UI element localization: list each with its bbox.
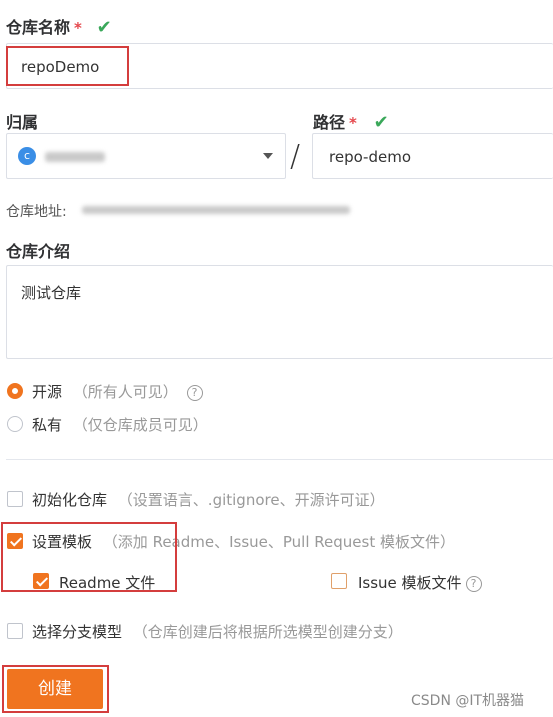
description-value: 测试仓库 bbox=[21, 284, 82, 302]
valid-check-icon: ✔ bbox=[96, 17, 112, 38]
init-repo-option[interactable]: 初始化仓库 （设置语言、.gitignore、开源许可证） bbox=[32, 489, 385, 510]
annotation-box-create bbox=[2, 665, 109, 713]
repo-name-label-row: 仓库名称 * ✔ bbox=[6, 14, 112, 38]
init-repo-hint: （设置语言、.gitignore、开源许可证） bbox=[117, 491, 385, 509]
owner-name-redacted bbox=[45, 152, 105, 162]
issue-template-label: Issue 模板文件 bbox=[358, 574, 462, 592]
owner-select[interactable]: c bbox=[6, 133, 286, 179]
private-hint: （仅仓库成员可见） bbox=[72, 416, 208, 434]
description-label: 仓库介绍 bbox=[6, 242, 71, 261]
path-value: repo-demo bbox=[329, 148, 411, 166]
required-mark: * bbox=[74, 19, 82, 37]
annotation-box-repo-name bbox=[6, 46, 129, 86]
private-radio[interactable] bbox=[7, 416, 23, 432]
help-icon[interactable]: ? bbox=[186, 385, 203, 401]
private-option[interactable]: 私有 （仅仓库成员可见） bbox=[32, 414, 208, 435]
repo-name-label: 仓库名称 bbox=[6, 18, 71, 37]
repo-address-label: 仓库地址: bbox=[6, 204, 67, 220]
private-label: 私有 bbox=[32, 416, 63, 434]
valid-check-icon: ✔ bbox=[373, 112, 389, 133]
branch-model-hint: （仓库创建后将根据所选模型创建分支） bbox=[132, 623, 403, 641]
branch-model-label: 选择分支模型 bbox=[32, 623, 123, 641]
public-radio[interactable] bbox=[7, 383, 23, 399]
public-option[interactable]: 开源 （所有人可见） ? bbox=[32, 381, 203, 402]
repo-address-row: 仓库地址: bbox=[6, 201, 67, 221]
path-label-row: 路径 * ✔ bbox=[313, 109, 389, 133]
path-label: 路径 bbox=[313, 113, 346, 132]
issue-template-checkbox[interactable] bbox=[331, 573, 347, 589]
init-repo-checkbox[interactable] bbox=[7, 491, 23, 507]
public-hint: （所有人可见） bbox=[72, 383, 178, 401]
avatar: c bbox=[18, 147, 36, 165]
description-textarea[interactable]: 测试仓库 bbox=[6, 265, 553, 359]
branch-model-checkbox[interactable] bbox=[7, 623, 23, 639]
owner-label: 归属 bbox=[6, 113, 39, 132]
init-repo-label: 初始化仓库 bbox=[32, 491, 108, 509]
divider bbox=[6, 459, 553, 460]
help-icon[interactable]: ? bbox=[465, 576, 482, 592]
required-mark: * bbox=[349, 114, 357, 132]
public-label: 开源 bbox=[32, 383, 63, 401]
path-separator: / bbox=[290, 139, 301, 174]
issue-template-option[interactable]: Issue 模板文件? bbox=[358, 572, 482, 593]
path-input[interactable]: repo-demo bbox=[312, 133, 553, 179]
branch-model-option[interactable]: 选择分支模型 （仓库创建后将根据所选模型创建分支） bbox=[32, 621, 403, 642]
watermark: CSDN @IT机器猫 bbox=[411, 693, 525, 709]
repo-address-redacted bbox=[82, 206, 350, 214]
chevron-down-icon bbox=[263, 153, 273, 159]
annotation-box-templates bbox=[1, 522, 177, 592]
